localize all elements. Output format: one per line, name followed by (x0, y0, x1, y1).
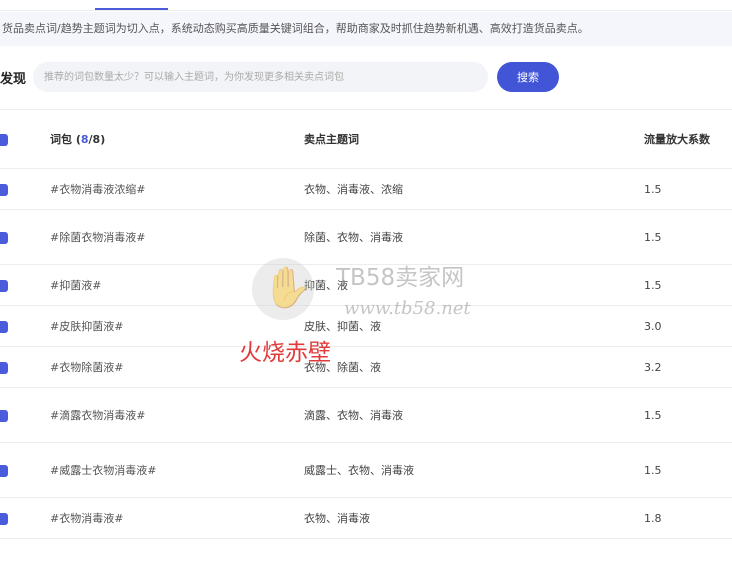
keyword-package[interactable]: #滴露衣物消毒液# (50, 409, 145, 422)
keyword-package[interactable]: #衣物除菌液# (50, 361, 123, 374)
traffic-factor: 1.5 (644, 230, 662, 244)
topic-words: 衣物、消毒液 (304, 512, 370, 525)
row-checkbox-icon[interactable] (0, 409, 8, 422)
table-row: #除菌衣物消毒液# 除菌、衣物、消毒液 1.5 (0, 210, 732, 265)
traffic-factor: 1.8 (644, 511, 662, 525)
header-words: 词包 (8/8) (50, 110, 304, 169)
table-row: #衣物消毒液浓缩# 衣物、消毒液、浓缩 1.5 (0, 169, 732, 210)
traffic-factor: 1.5 (644, 182, 662, 196)
table-row: #衣物除菌液# 衣物、除菌、液 3.2 (0, 347, 732, 388)
traffic-factor: 3.0 (644, 319, 662, 333)
keyword-package[interactable]: #衣物消毒液浓缩# (50, 183, 145, 196)
table-row: #皮肤抑菌液# 皮肤、抑菌、液 3.0 (0, 306, 732, 347)
discover-label: 发现 (0, 72, 27, 87)
topic-words: 威露士、衣物、消毒液 (304, 464, 414, 477)
table-row: #滴露衣物消毒液# 滴露、衣物、消毒液 1.5 (0, 388, 732, 443)
table-row: #威露士衣物消毒液# 威露士、衣物、消毒液 1.5 (0, 443, 732, 498)
select-all-checkbox-icon[interactable] (0, 133, 8, 146)
row-checkbox-icon[interactable] (0, 464, 8, 477)
keyword-package[interactable]: #衣物消毒液# (50, 512, 123, 525)
keyword-package[interactable]: #威露士衣物消毒液# (50, 464, 156, 477)
search-button[interactable]: 搜索 (497, 62, 559, 92)
row-checkbox-icon[interactable] (0, 320, 8, 333)
header-words-label: 词包 (50, 133, 72, 146)
row-checkbox-icon[interactable] (0, 361, 8, 374)
top-tab-bar (0, 0, 732, 11)
search-input[interactable] (33, 62, 488, 92)
header-checkbox-cell (0, 110, 50, 169)
topic-words: 抑菌、液 (304, 279, 348, 292)
row-checkbox-icon[interactable] (0, 231, 8, 244)
traffic-factor: 1.5 (644, 408, 662, 422)
header-factor: 流量放大系数 (644, 133, 710, 146)
keyword-package[interactable]: #皮肤抑菌液# (50, 320, 123, 333)
header-count-selected: 8 (80, 133, 89, 146)
topic-words: 滴露、衣物、消毒液 (304, 409, 403, 422)
table-row: #抑菌液# 抑菌、液 1.5 (0, 265, 732, 306)
watermark-signature: 火烧赤壁 (239, 340, 331, 366)
table-header-row: 词包 (8/8) 卖点主题词 流量放大系数 (0, 110, 732, 169)
topic-words: 除菌、衣物、消毒液 (304, 231, 403, 244)
header-count: (8/8) (75, 133, 106, 146)
keyword-package-table: 词包 (8/8) 卖点主题词 流量放大系数 #衣物消毒液浓缩# 衣物、消毒液、浓… (0, 110, 732, 539)
keyword-package[interactable]: #抑菌液# (50, 279, 101, 292)
traffic-factor: 1.5 (644, 278, 662, 292)
table-row: #衣物消毒液# 衣物、消毒液 1.8 (0, 498, 732, 539)
keyword-package[interactable]: #除菌衣物消毒液# (50, 231, 145, 244)
topic-words: 衣物、消毒液、浓缩 (304, 183, 403, 196)
topic-words: 衣物、除菌、液 (304, 361, 381, 374)
row-checkbox-icon[interactable] (0, 183, 8, 196)
row-checkbox-icon[interactable] (0, 279, 8, 292)
active-tab-indicator (95, 8, 168, 10)
row-checkbox-icon[interactable] (0, 512, 8, 525)
traffic-factor: 3.2 (644, 360, 662, 374)
traffic-factor: 1.5 (644, 463, 662, 477)
header-topic: 卖点主题词 (304, 133, 359, 146)
info-banner: 货品卖点词/趋势主题词为切入点，系统动态购买高质量关键词组合，帮助商家及时抓住趋… (0, 12, 732, 46)
topic-words: 皮肤、抑菌、液 (304, 320, 381, 333)
